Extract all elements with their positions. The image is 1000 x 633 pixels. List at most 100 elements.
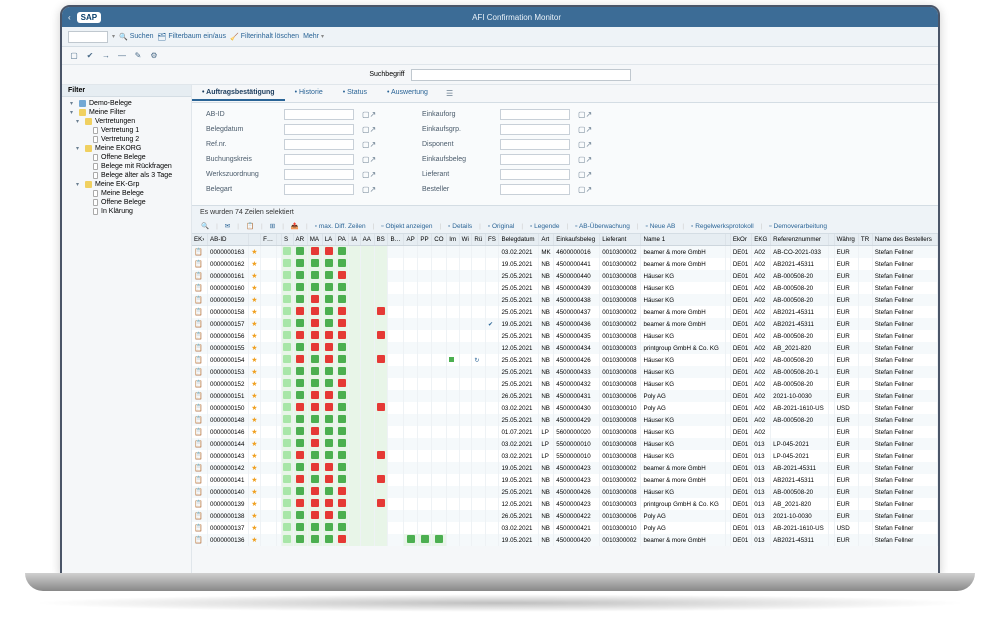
filter-input-Lieferant[interactable] bbox=[500, 169, 570, 180]
tab-status[interactable]: • Status bbox=[333, 86, 377, 101]
favorite-icon[interactable]: ★ bbox=[251, 309, 257, 316]
favorite-icon[interactable]: ★ bbox=[251, 525, 257, 532]
column-header[interactable]: CO bbox=[432, 234, 447, 246]
favorite-icon[interactable]: ★ bbox=[251, 417, 257, 424]
minimize-icon[interactable]: — bbox=[116, 50, 128, 62]
table-row[interactable]: 📋0000000153★25.05.2021NB4500000433001030… bbox=[192, 366, 938, 378]
table-row[interactable]: 📋0000000146★01.07.2021LP5600000020001030… bbox=[192, 426, 938, 438]
favorite-icon[interactable]: ★ bbox=[251, 333, 257, 340]
search-input[interactable] bbox=[411, 69, 631, 81]
table-row[interactable]: 📋0000000136★19.05.2021NB4500000420001030… bbox=[192, 534, 938, 546]
settings-icon[interactable]: ⚙ bbox=[148, 50, 160, 62]
expand-icon[interactable]: ▾ bbox=[76, 181, 82, 188]
table-row[interactable]: 📋0000000148★25.05.2021NB4500000429001030… bbox=[192, 414, 938, 426]
refresh-icon[interactable]: ↻ bbox=[474, 358, 479, 364]
favorite-icon[interactable]: ★ bbox=[251, 357, 257, 364]
row-action-icon[interactable]: 📋 bbox=[194, 537, 203, 544]
favorite-icon[interactable]: ★ bbox=[251, 441, 257, 448]
favorite-icon[interactable]: ★ bbox=[251, 393, 257, 400]
tree-node[interactable]: ▾Meine Filter bbox=[62, 108, 191, 117]
arrow-icon[interactable]: → bbox=[100, 50, 112, 62]
column-header[interactable]: PA bbox=[335, 234, 348, 246]
favorite-icon[interactable]: ★ bbox=[251, 261, 257, 268]
filterbaum-button[interactable]: 🗂 Filterbaum ein/aus bbox=[157, 33, 225, 41]
favorite-icon[interactable]: ★ bbox=[251, 273, 257, 280]
mehr-button[interactable]: Mehr ▾ bbox=[303, 33, 324, 40]
table-row[interactable]: 📋0000000154★↻25.05.2021NB450000042600103… bbox=[192, 354, 938, 366]
grid-tb-button[interactable]: ⊞ bbox=[267, 221, 278, 231]
row-action-icon[interactable]: 📋 bbox=[194, 309, 203, 316]
tab-historie[interactable]: • Historie bbox=[285, 86, 333, 101]
favorite-icon[interactable]: ★ bbox=[251, 429, 257, 436]
row-action-icon[interactable]: 📋 bbox=[194, 441, 203, 448]
column-header[interactable]: Einkaufsbeleg bbox=[554, 234, 600, 246]
table-row[interactable]: 📋0000000157★✔19.05.2021NB450000043600103… bbox=[192, 318, 938, 330]
tree-node[interactable]: ▾Vertretungen bbox=[62, 117, 191, 126]
tree-node[interactable]: Meine Belege bbox=[62, 189, 191, 198]
row-action-icon[interactable]: 📋 bbox=[194, 525, 203, 532]
column-header[interactable]: Referenznummer bbox=[771, 234, 829, 246]
value-help-icon[interactable]: ▢↗ bbox=[578, 110, 592, 119]
back-icon[interactable]: ‹ bbox=[68, 13, 71, 22]
filter-input-AB-ID[interactable] bbox=[284, 109, 354, 120]
row-action-icon[interactable]: 📋 bbox=[194, 393, 203, 400]
tree-node[interactable]: ▾Meine EK-Grp bbox=[62, 180, 191, 189]
column-header[interactable]: S bbox=[282, 234, 294, 246]
tree-node[interactable]: Offene Belege bbox=[62, 198, 191, 207]
table-row[interactable]: 📋0000000161★25.05.2021NB4500000440001030… bbox=[192, 270, 938, 282]
column-header[interactable]: AP bbox=[404, 234, 418, 246]
column-header[interactable]: Wi bbox=[459, 234, 472, 246]
tree-node[interactable]: Belege mit Rückfragen bbox=[62, 162, 191, 171]
table-row[interactable]: 📋0000000158★25.05.2021NB4500000437001030… bbox=[192, 306, 938, 318]
row-action-icon[interactable]: 📋 bbox=[194, 405, 203, 412]
value-help-icon[interactable]: ▢↗ bbox=[362, 110, 376, 119]
tree-node[interactable]: In Klärung bbox=[62, 207, 191, 216]
value-help-icon[interactable]: ▢↗ bbox=[362, 185, 376, 194]
column-header[interactable]: Im bbox=[447, 234, 459, 246]
grid-tb-button[interactable]: 📋 bbox=[243, 221, 257, 231]
grid-tb-button[interactable]: ✉ bbox=[222, 221, 233, 231]
value-help-icon[interactable]: ▢↗ bbox=[362, 125, 376, 134]
favorite-icon[interactable]: ★ bbox=[251, 489, 257, 496]
table-row[interactable]: 📋0000000160★25.05.2021NB4500000439001030… bbox=[192, 282, 938, 294]
tree-node[interactable]: ▾Demo-Belege bbox=[62, 99, 191, 108]
grid-tb-button[interactable]: ▫ Demoverarbeitung bbox=[766, 222, 830, 231]
favorite-icon[interactable]: ★ bbox=[251, 405, 257, 412]
filter-input-Belegdatum[interactable] bbox=[284, 124, 354, 135]
filter-input-Disponent[interactable] bbox=[500, 139, 570, 150]
favorite-icon[interactable]: ★ bbox=[251, 381, 257, 388]
value-help-icon[interactable]: ▢↗ bbox=[578, 155, 592, 164]
row-action-icon[interactable]: 📋 bbox=[194, 417, 203, 424]
tree-node[interactable]: ▾Meine EKORG bbox=[62, 144, 191, 153]
table-row[interactable]: 📋0000000138★26.05.2021NB4500000422001030… bbox=[192, 510, 938, 522]
favorite-icon[interactable]: ★ bbox=[251, 297, 257, 304]
table-row[interactable]: 📋0000000140★25.05.2021NB4500000426001030… bbox=[192, 486, 938, 498]
toolbar-search-input[interactable] bbox=[68, 31, 108, 43]
favorite-icon[interactable]: ★ bbox=[251, 537, 257, 544]
favorite-icon[interactable]: ★ bbox=[251, 369, 257, 376]
column-header[interactable]: Name 1 bbox=[641, 234, 725, 246]
tab-menu-icon[interactable]: ☰ bbox=[446, 89, 453, 98]
tree-node[interactable]: Offene Belege bbox=[62, 153, 191, 162]
column-header[interactable]: Rü bbox=[472, 234, 486, 246]
column-header[interactable] bbox=[249, 234, 261, 246]
column-header[interactable]: EkOr bbox=[730, 234, 751, 246]
favorite-icon[interactable]: ★ bbox=[251, 285, 257, 292]
value-help-icon[interactable]: ▢↗ bbox=[578, 140, 592, 149]
column-header[interactable]: Lieferant bbox=[600, 234, 641, 246]
row-action-icon[interactable]: 📋 bbox=[194, 465, 203, 472]
column-header[interactable]: PP bbox=[418, 234, 432, 246]
row-action-icon[interactable]: 📋 bbox=[194, 357, 203, 364]
column-header[interactable]: Name des Bestellers bbox=[872, 234, 937, 246]
tab-auswertung[interactable]: • Auswertung bbox=[377, 86, 438, 101]
filterinhalt-button[interactable]: 🧹 Filterinhalt löschen bbox=[230, 33, 299, 41]
favorite-icon[interactable]: ★ bbox=[251, 453, 257, 460]
table-row[interactable]: 📋0000000159★25.05.2021NB4500000438001030… bbox=[192, 294, 938, 306]
table-row[interactable]: 📋0000000163★03.02.2021MK4600000016001030… bbox=[192, 246, 938, 259]
value-help-icon[interactable]: ▢↗ bbox=[362, 140, 376, 149]
table-row[interactable]: 📋0000000150★03.02.2021NB4500000430001030… bbox=[192, 402, 938, 414]
row-action-icon[interactable]: 📋 bbox=[194, 501, 203, 508]
suchen-button[interactable]: 🔍 Suchen bbox=[119, 33, 153, 41]
favorite-icon[interactable]: ★ bbox=[251, 465, 257, 472]
row-action-icon[interactable]: 📋 bbox=[194, 249, 203, 256]
